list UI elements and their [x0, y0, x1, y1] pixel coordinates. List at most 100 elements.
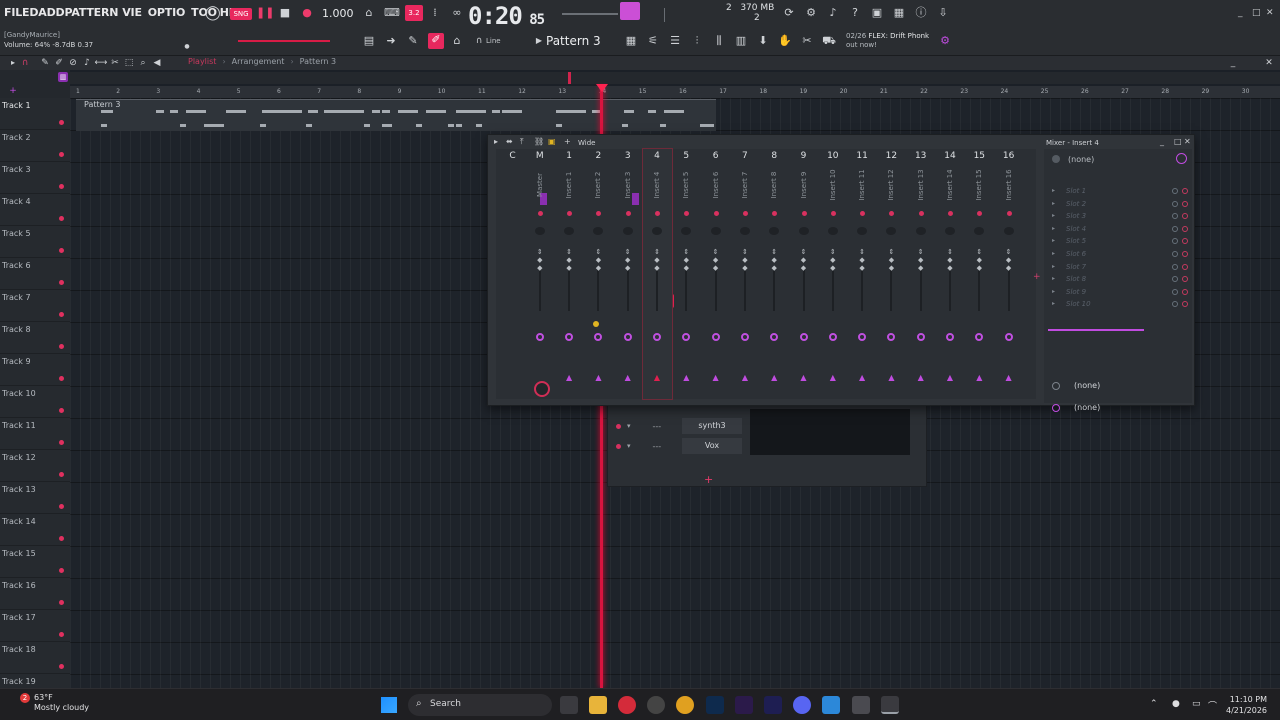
- track-mute-led[interactable]: [59, 312, 64, 317]
- strip-pan-knob[interactable]: [915, 227, 926, 235]
- wait-input-icon[interactable]: ⌨: [384, 6, 400, 20]
- slot-arrow-icon[interactable]: ▸: [1052, 288, 1055, 295]
- network-tray-icon[interactable]: ⌒: [1208, 699, 1217, 712]
- track-header[interactable]: Track 6: [0, 258, 70, 290]
- strip-pan-knob[interactable]: [593, 227, 604, 235]
- track-mute-led[interactable]: [59, 184, 64, 189]
- track-name[interactable]: Track 2: [2, 133, 31, 142]
- strip-pan-led[interactable]: [537, 211, 543, 216]
- stamp-tool-icon[interactable]: ⌂: [450, 34, 464, 48]
- track-header[interactable]: Track 8: [0, 322, 70, 354]
- strip-pan-led[interactable]: [655, 211, 660, 216]
- track-header[interactable]: Track 5: [0, 226, 70, 258]
- track-mute-led[interactable]: [59, 376, 64, 381]
- snap-mode[interactable]: Line: [486, 37, 501, 45]
- strip-stereo-icon[interactable]: ⇕ ◆ ◆: [525, 248, 554, 272]
- strip-pan-led[interactable]: [684, 211, 690, 216]
- mic-tray-icon[interactable]: ●: [1172, 699, 1180, 709]
- strip-route-icon[interactable]: [916, 333, 925, 341]
- track-mute-led[interactable]: [59, 664, 64, 669]
- menu-file[interactable]: FILE: [4, 6, 30, 19]
- slice-small-icon[interactable]: ✂: [108, 56, 122, 70]
- strip-pan-knob[interactable]: [827, 227, 838, 235]
- slot-enable-led[interactable]: [1182, 251, 1188, 257]
- playlist-button-icon[interactable]: ▤: [362, 34, 376, 48]
- chrome-icon[interactable]: [676, 696, 694, 714]
- pattern-clip[interactable]: Pattern 3: [76, 99, 716, 131]
- strip-send-arrow-icon[interactable]: ▲: [965, 373, 994, 382]
- slot-mix-knob[interactable]: [1172, 263, 1178, 270]
- master-pitch-icon[interactable]: [620, 2, 640, 20]
- strip-stereo-icon[interactable]: ⇕ ◆ ◆: [584, 248, 613, 272]
- touch-icon[interactable]: ✋: [778, 34, 792, 48]
- playlist-side-toolbar[interactable]: + ▥: [0, 70, 70, 98]
- strip-stereo-icon[interactable]: ⇕ ◆ ◆: [555, 248, 584, 272]
- track-name[interactable]: Track 9: [2, 357, 31, 366]
- track-mute-led[interactable]: [59, 280, 64, 285]
- mixer-strip[interactable]: 3 Insert 3 ⇕ ◆ ◆ ▲: [613, 149, 642, 399]
- strip-pan-knob[interactable]: [857, 227, 868, 235]
- breadcrumb-arrangement[interactable]: Arrangement: [232, 57, 285, 66]
- strip-pan-knob[interactable]: [798, 227, 809, 235]
- master-volume-slider[interactable]: [562, 13, 618, 15]
- strip-pan-knob[interactable]: [739, 227, 750, 235]
- track-name[interactable]: Track 18: [2, 645, 36, 654]
- track-name[interactable]: Track 8: [2, 325, 31, 334]
- tempo-value[interactable]: 1.000: [322, 7, 354, 20]
- photoshop-icon[interactable]: [706, 696, 724, 714]
- help-icon[interactable]: ?: [848, 6, 862, 20]
- taskbar-clock[interactable]: 11:10 PM 4/21/2026: [1226, 694, 1267, 716]
- track-name[interactable]: Track 7: [2, 293, 31, 302]
- slot-mix-knob[interactable]: [1172, 213, 1178, 220]
- strip-pan-knob[interactable]: [652, 227, 662, 235]
- fl-studio-taskbar-icon[interactable]: [881, 696, 899, 714]
- strip-stereo-icon[interactable]: ⇕ ◆ ◆: [965, 248, 994, 272]
- mixer-maximize-icon[interactable]: □: [1174, 137, 1182, 146]
- playlist-minimize-icon[interactable]: _: [1226, 56, 1240, 70]
- strip-route-icon[interactable]: [565, 333, 574, 341]
- strip-fader[interactable]: [656, 269, 658, 311]
- mixer-folder-icon[interactable]: ▣: [548, 137, 556, 146]
- strip-route-icon[interactable]: [799, 333, 808, 341]
- strip-stereo-icon[interactable]: ⇕ ◆ ◆: [818, 248, 847, 272]
- delete-small-icon[interactable]: ⊘: [66, 56, 80, 70]
- track-name[interactable]: Track 3: [2, 165, 31, 174]
- slot-enable-led[interactable]: [1182, 225, 1188, 232]
- mixer-strip[interactable]: 11 Insert 11 ⇕ ◆ ◆ ▲: [848, 149, 877, 399]
- windows-start-icon[interactable]: [381, 697, 397, 713]
- track-name[interactable]: Track 6: [2, 261, 31, 270]
- slot-mix-knob[interactable]: [1172, 188, 1178, 194]
- maximize-icon[interactable]: □: [1252, 8, 1261, 18]
- info-icon[interactable]: ⓘ: [914, 6, 928, 20]
- channel-rack-icon[interactable]: ▦: [624, 34, 638, 48]
- track-header[interactable]: Track 16: [0, 578, 70, 610]
- strip-pan-knob[interactable]: [534, 227, 545, 235]
- pattern-arrow-icon[interactable]: ▶: [532, 34, 546, 48]
- mixer-minimize-icon[interactable]: _: [1160, 137, 1164, 146]
- strip-pan-led[interactable]: [772, 211, 778, 216]
- strip-fader[interactable]: [714, 269, 717, 311]
- record-icon[interactable]: ●: [300, 6, 314, 20]
- strip-fader[interactable]: [1007, 269, 1010, 311]
- slot-arrow-icon[interactable]: ▸: [1052, 250, 1055, 257]
- track-header[interactable]: Track 12: [0, 450, 70, 482]
- strip-stereo-icon[interactable]: ⇕ ◆ ◆: [672, 248, 701, 272]
- track-header[interactable]: Track 2: [0, 130, 70, 162]
- file-explorer-icon[interactable]: [589, 696, 607, 714]
- menu-view[interactable]: VIE: [122, 6, 142, 19]
- channel-row-synth3[interactable]: ▾ ---: [616, 418, 661, 434]
- strip-fader[interactable]: [538, 269, 541, 311]
- strip-route-icon[interactable]: [535, 333, 544, 341]
- piano-icon[interactable]: ▦: [892, 6, 906, 20]
- after-effects-icon[interactable]: [764, 696, 782, 714]
- strip-pan-led[interactable]: [830, 211, 836, 216]
- mixer-menu-icon[interactable]: ▸: [494, 137, 498, 146]
- mixer-strip[interactable]: 16 Insert 16 ⇕ ◆ ◆ ▲: [994, 149, 1023, 399]
- slot-arrow-icon[interactable]: ▸: [1052, 225, 1055, 232]
- mixer-arrow-icon[interactable]: ⬌: [506, 137, 513, 146]
- slot-enable-led[interactable]: [1182, 276, 1188, 283]
- channel-mute-icon[interactable]: ▾: [627, 442, 631, 450]
- master-volume-bar[interactable]: [238, 40, 330, 42]
- routing-power-icon[interactable]: [1176, 153, 1187, 164]
- app-grid-icon[interactable]: [852, 696, 870, 714]
